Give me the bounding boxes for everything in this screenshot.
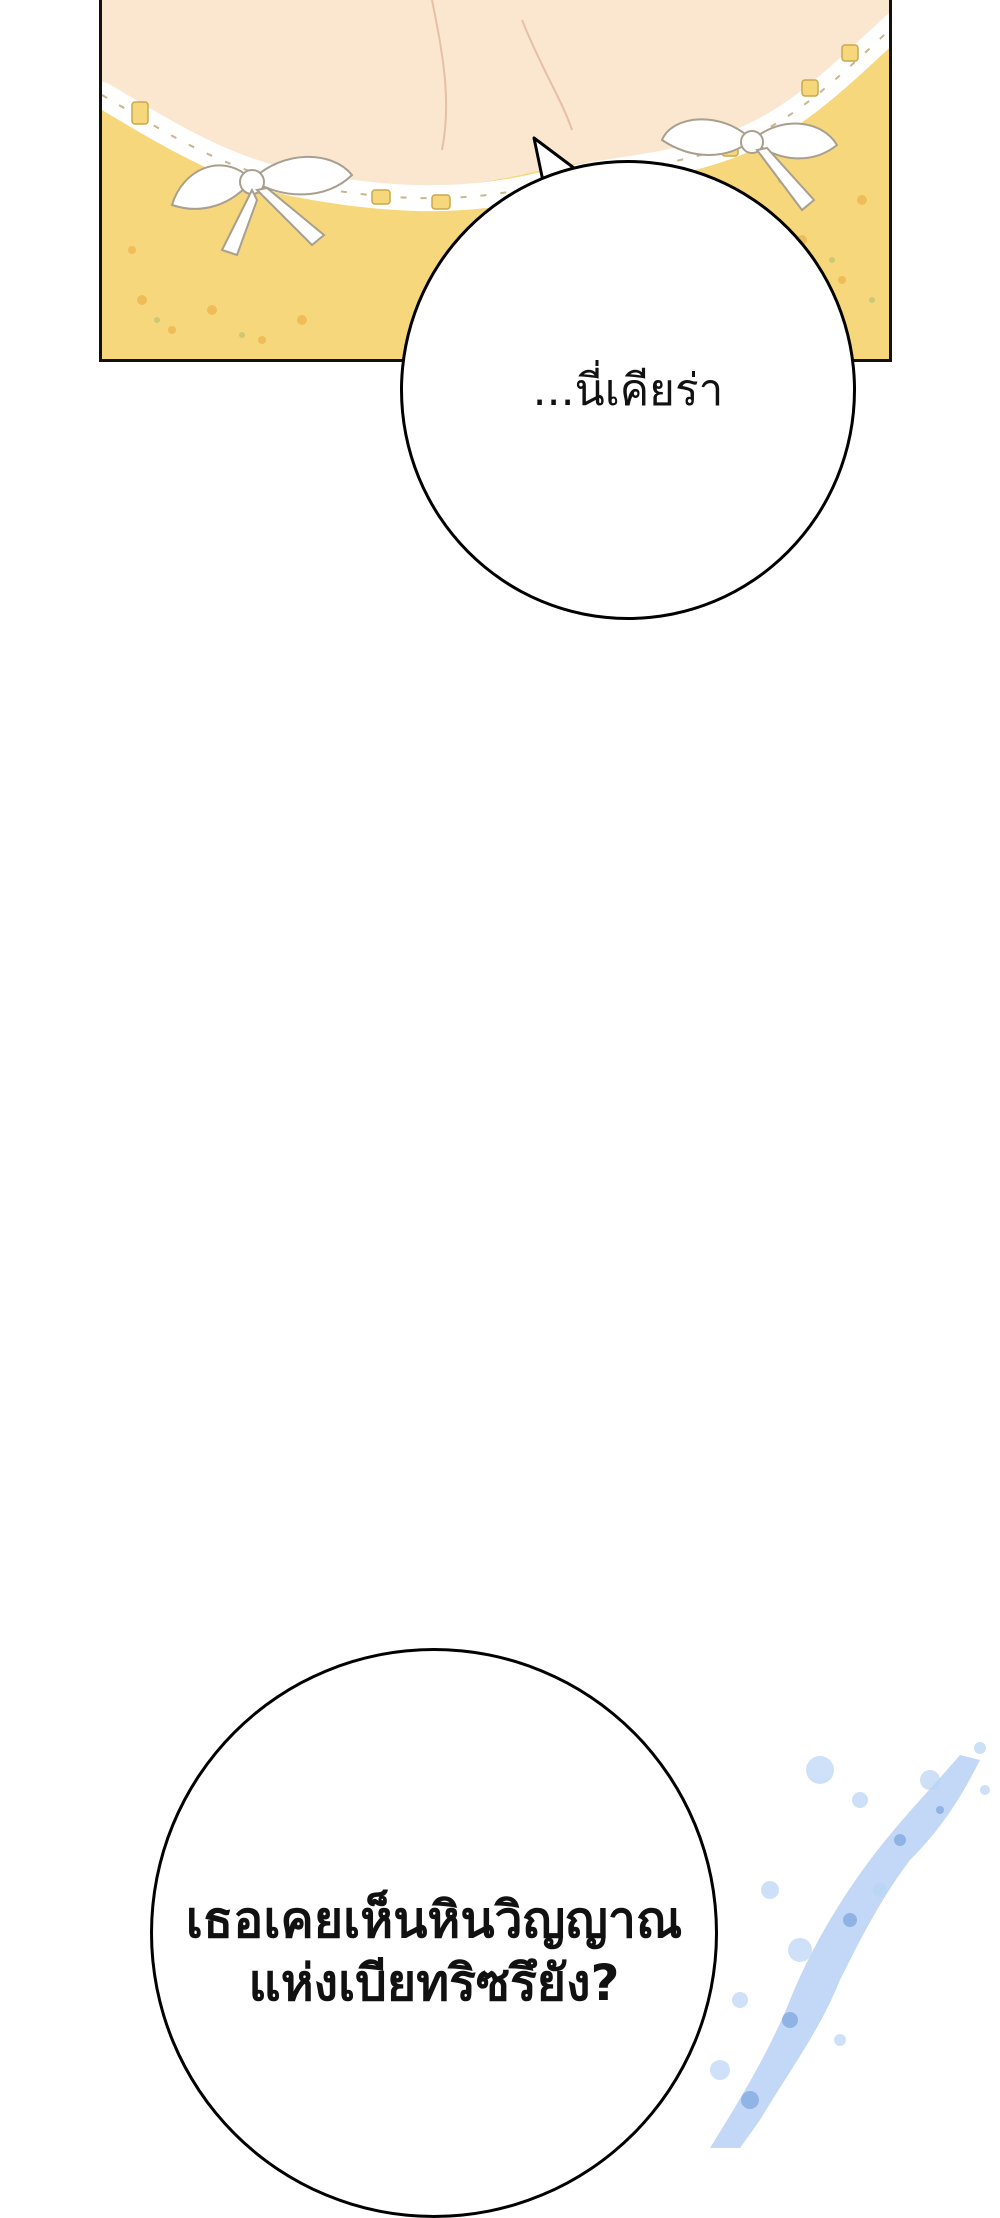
speech-bubble-2: เธอเคยเห็นหินวิญญาณ แห่งเบียทริซรึยัง?	[150, 1648, 718, 2218]
speech-bubble-1-text: ...นี่เคียร่า	[532, 365, 724, 416]
crystal-sparkle-effect	[710, 1742, 990, 2148]
speech-bubble-1: ...นี่เคียร่า	[400, 160, 856, 620]
speech-bubble-2-line-2: แห่งเบียทริซรึยัง?	[248, 1953, 620, 2012]
speech-bubble-2-text: เธอเคยเห็นหินวิญญาณ แห่งเบียทริซรึยัง?	[186, 1889, 683, 2014]
speech-bubble-2-line-1: เธอเคยเห็นหินวิญญาณ	[185, 1891, 683, 1949]
